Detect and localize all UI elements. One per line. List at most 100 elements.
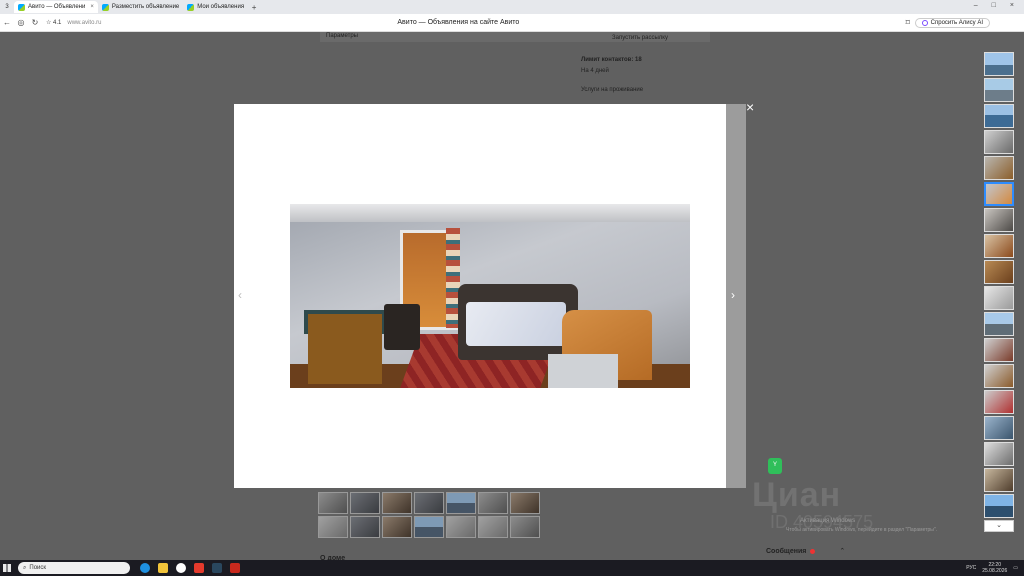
cian-watermark: Циан [752, 476, 842, 514]
tab-label: Разместить объявление [111, 4, 180, 10]
photo-thumbnail[interactable] [984, 78, 1014, 102]
gallery-thumbnail[interactable] [382, 492, 412, 514]
gallery-thumbnail[interactable] [510, 492, 540, 514]
photo-thumbnail[interactable] [984, 156, 1014, 180]
windows-activation-text: Чтобы активировать Windows, перейдите в … [786, 527, 938, 533]
yandex-icon[interactable]: ◎ [14, 18, 28, 27]
photo-thumbnail[interactable] [984, 104, 1014, 128]
new-tab-icon[interactable]: + [248, 3, 260, 12]
taskbar-apps [140, 563, 240, 573]
start-button[interactable] [0, 560, 14, 576]
photo-thumbnail[interactable] [984, 338, 1014, 362]
thumbnail-grid-bottom [318, 492, 542, 538]
params-tab[interactable]: Параметры [326, 33, 358, 39]
tab-post-ad[interactable]: Разместить объявление [98, 1, 183, 13]
photo-thumbnail[interactable] [984, 260, 1014, 284]
close-tab-icon[interactable]: × [90, 4, 94, 10]
steam-icon[interactable] [212, 563, 222, 573]
gallery-thumbnail[interactable] [478, 492, 508, 514]
back-icon[interactable]: ← [0, 18, 14, 27]
photo-thumbnail[interactable] [984, 208, 1014, 232]
edge-icon[interactable] [140, 563, 150, 573]
gallery-thumbnail[interactable] [350, 516, 380, 538]
photo-thumbnail[interactable] [984, 286, 1014, 310]
pdf-reader-icon[interactable] [230, 563, 240, 573]
photo-thumbnail[interactable] [984, 364, 1014, 388]
gallery-thumbnail[interactable] [414, 492, 444, 514]
photo-thumbnail[interactable] [984, 52, 1014, 76]
promo-text: Услуги на проживание [581, 87, 644, 93]
gallery-thumbnail[interactable] [478, 516, 508, 538]
taskbar-search[interactable]: ⌕ Поиск [18, 562, 130, 574]
ask-alice-button[interactable]: Спросить Алису AI [914, 17, 990, 28]
photo-thumbnail[interactable] [984, 130, 1014, 154]
photo-thumbnail[interactable] [984, 390, 1014, 414]
avito-favicon-icon [18, 3, 25, 11]
next-photo-icon[interactable]: › [731, 288, 735, 302]
page-title: Авито — Объявления на сайте Авито [397, 19, 520, 26]
search-icon: ⌕ [23, 564, 27, 571]
tab-count[interactable]: 3 [0, 4, 14, 10]
subscribe-button[interactable]: Запустить рассылку [612, 35, 668, 41]
avito-favicon-icon [101, 3, 109, 11]
system-tray: РУС 22:20 25.08.2026 ▭ [966, 560, 1018, 576]
bookmark-icon[interactable]: ⌑ [901, 18, 915, 27]
url-field[interactable]: www.avito.ru [67, 20, 397, 26]
gallery-thumbnail[interactable] [446, 492, 476, 514]
gallery-thumbnail[interactable] [318, 516, 348, 538]
windows-activation-title: Активация Windows [800, 518, 856, 524]
messages-widget[interactable]: Сообщения ⌃ [766, 547, 876, 556]
alice-icon [921, 19, 928, 26]
photo-thumbnail[interactable] [984, 442, 1014, 466]
photo-table [308, 314, 382, 384]
unread-dot-icon [810, 548, 816, 554]
prev-photo-icon[interactable]: ‹ [238, 288, 242, 302]
scroll-down-icon[interactable]: ⌄ [984, 520, 1014, 532]
maximize-icon[interactable]: □ [992, 2, 996, 9]
yandex-app-icon[interactable] [194, 563, 204, 573]
photo-thumbnail[interactable] [984, 312, 1014, 336]
close-window-icon[interactable]: × [1010, 2, 1014, 9]
folder-icon[interactable] [158, 563, 168, 573]
site-rating[interactable]: ☆ 4.1 [46, 19, 61, 26]
clock[interactable]: 22:20 25.08.2026 [982, 562, 1007, 574]
photo-thumbnail[interactable] [984, 416, 1014, 440]
windows-taskbar: ⌕ Поиск [0, 560, 1024, 576]
photo-ceiling [290, 204, 690, 222]
address-bar: ← ◎ ↻ ☆ 4.1 www.avito.ru Авито — Объявле… [0, 14, 1024, 32]
gallery-thumbnail[interactable] [510, 516, 540, 538]
windows-logo-icon [3, 564, 11, 572]
viewer-side-rail [726, 104, 746, 488]
photo-chair [384, 304, 420, 350]
green-badge-icon[interactable]: Y [768, 458, 782, 474]
contacts-limit: Лимит контактов: 18 [581, 57, 642, 63]
browser-tab-bar: 3 Авито — Объявлени × Разместить объявле… [0, 0, 1024, 14]
tab-my-ads[interactable]: Мои объявления [183, 1, 248, 13]
thumbnail-strip-right: ⌄ [984, 52, 1014, 532]
photo-thumbnail[interactable] [984, 468, 1014, 492]
gallery-thumbnail[interactable] [382, 516, 412, 538]
photo-thumbnail-selected[interactable] [984, 182, 1014, 206]
photo-thumbnail[interactable] [984, 234, 1014, 258]
gallery-thumbnail[interactable] [414, 516, 444, 538]
close-viewer-icon[interactable]: × [746, 100, 754, 114]
notifications-icon[interactable]: ▭ [1013, 565, 1018, 571]
photo-viewer [234, 104, 726, 488]
minimize-icon[interactable]: – [974, 2, 978, 9]
photo-sofa-cover [466, 302, 566, 346]
photo-fridge [548, 354, 618, 388]
tab-label: Мои объявления [197, 4, 245, 10]
gallery-thumbnail[interactable] [350, 492, 380, 514]
avito-favicon-icon [187, 3, 195, 11]
tab-avito[interactable]: Авито — Объявлени × [14, 1, 98, 13]
yandex-browser-icon[interactable] [176, 563, 186, 573]
photo-thumbnail[interactable] [984, 494, 1014, 518]
gallery-thumbnail[interactable] [318, 492, 348, 514]
chevron-up-icon[interactable]: ⌃ [839, 547, 845, 555]
listing-photo[interactable] [290, 204, 690, 388]
gallery-thumbnail[interactable] [446, 516, 476, 538]
days-label: На 4 дней [581, 68, 609, 74]
reload-icon[interactable]: ↻ [28, 18, 42, 27]
language-indicator[interactable]: РУС [966, 565, 976, 571]
window-controls: – □ × [964, 0, 1024, 11]
